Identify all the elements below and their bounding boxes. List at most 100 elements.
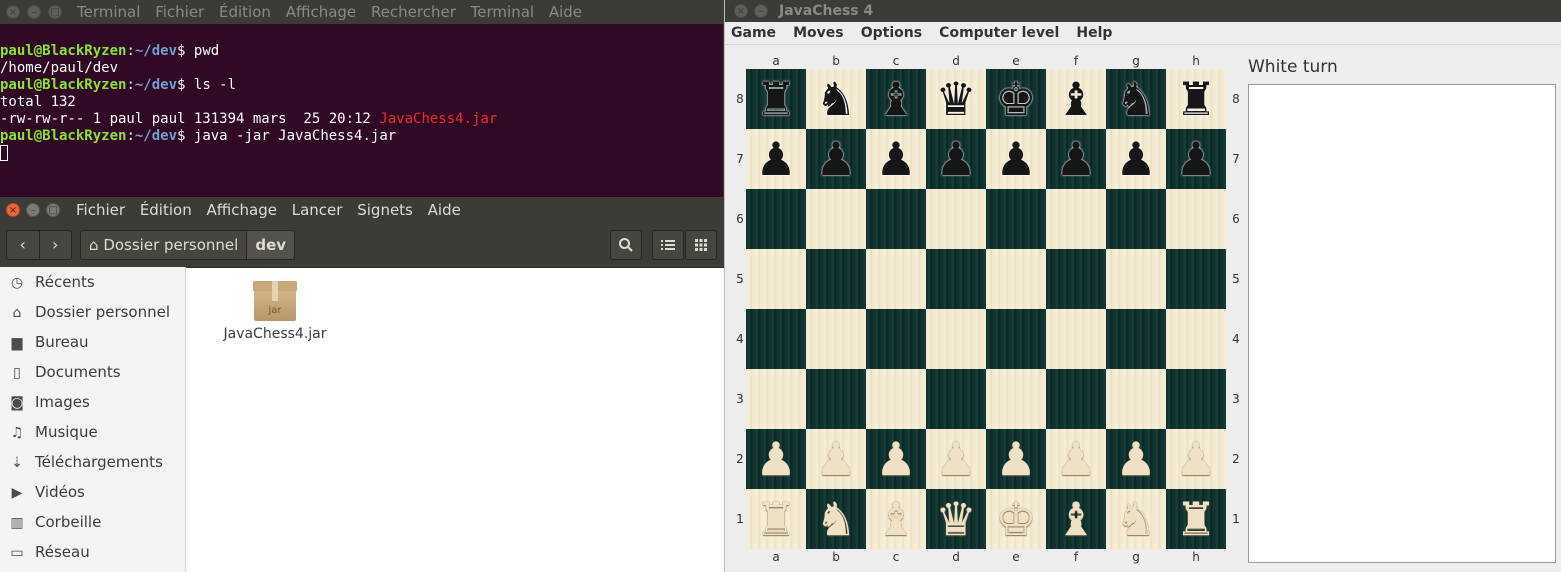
- menu-fichier[interactable]: Fichier: [76, 201, 125, 219]
- black-piece-f8[interactable]: ♝: [1046, 69, 1106, 129]
- black-piece-a8[interactable]: ♜: [746, 69, 806, 129]
- menu-signets[interactable]: Signets: [357, 201, 413, 219]
- chess-board[interactable]: ♜ ♞ ♝ ♛ ♚ ♝ ♞ ♜ ♟ ♟ ♟ ♟ ♟ ♟ ♟ ♟ ♟ ♟ ♟ ♟ ♟ ♟ ♟ ♟ ♜ ♞ ♝ ♛ ♚ ♝ ♞ ♜: [746, 69, 1226, 549]
- menu-edition[interactable]: Édition: [140, 201, 192, 219]
- black-piece-b8[interactable]: ♞: [806, 69, 866, 129]
- white-piece-c2[interactable]: ♟: [866, 429, 926, 489]
- square-e3[interactable]: [986, 369, 1046, 429]
- search-button[interactable]: [610, 230, 642, 260]
- square-c3[interactable]: [866, 369, 926, 429]
- terminal-titlebar[interactable]: × – □ Terminal Fichier Édition Affichage…: [0, 0, 723, 24]
- white-piece-b1[interactable]: ♞: [806, 489, 866, 549]
- white-piece-h2[interactable]: ♟: [1166, 429, 1226, 489]
- square-f6[interactable]: [1046, 189, 1106, 249]
- square-d6[interactable]: [926, 189, 986, 249]
- white-piece-d2[interactable]: ♟: [926, 429, 986, 489]
- white-piece-h1[interactable]: ♜: [1166, 489, 1226, 549]
- black-piece-g8[interactable]: ♞: [1106, 69, 1166, 129]
- menu-game[interactable]: Game: [731, 22, 776, 44]
- square-c6[interactable]: [866, 189, 926, 249]
- square-d3[interactable]: [926, 369, 986, 429]
- square-d4[interactable]: [926, 309, 986, 369]
- square-b5[interactable]: [806, 249, 866, 309]
- square-a5[interactable]: [746, 249, 806, 309]
- square-e4[interactable]: [986, 309, 1046, 369]
- menu-edition[interactable]: Édition: [219, 3, 271, 21]
- black-piece-h7[interactable]: ♟: [1166, 129, 1226, 189]
- square-h3[interactable]: [1166, 369, 1226, 429]
- square-f5[interactable]: [1046, 249, 1106, 309]
- menu-moves[interactable]: Moves: [793, 22, 844, 44]
- menu-computer-level[interactable]: Computer level: [939, 22, 1059, 44]
- square-a3[interactable]: [746, 369, 806, 429]
- black-piece-c8[interactable]: ♝: [866, 69, 926, 129]
- square-h6[interactable]: [1166, 189, 1226, 249]
- black-piece-d7[interactable]: ♟: [926, 129, 986, 189]
- file-icon-item[interactable]: jar JavaChess4.jar: [220, 281, 330, 342]
- black-piece-h8[interactable]: ♜: [1166, 69, 1226, 129]
- white-piece-c1[interactable]: ♝: [866, 489, 926, 549]
- square-g5[interactable]: [1106, 249, 1166, 309]
- menu-terminal[interactable]: Terminal: [77, 3, 140, 21]
- minimize-icon[interactable]: –: [27, 5, 41, 19]
- sidebar-item-recents[interactable]: ◷ Récents: [0, 267, 185, 297]
- square-b4[interactable]: [806, 309, 866, 369]
- moves-log[interactable]: [1248, 84, 1556, 563]
- square-d5[interactable]: [926, 249, 986, 309]
- menu-affichage[interactable]: Affichage: [207, 201, 277, 219]
- menu-affichage[interactable]: Affichage: [286, 3, 356, 21]
- menu-fichier[interactable]: Fichier: [155, 3, 204, 21]
- sidebar-item-bureau[interactable]: ▆ Bureau: [0, 327, 185, 357]
- white-piece-b2[interactable]: ♟: [806, 429, 866, 489]
- sidebar-item-corbeille[interactable]: ▥ Corbeille: [0, 507, 185, 537]
- menu-lancer[interactable]: Lancer: [292, 201, 343, 219]
- square-b3[interactable]: [806, 369, 866, 429]
- breadcrumb-home[interactable]: ⌂ Dossier personnel: [81, 231, 247, 259]
- grid-view-button[interactable]: [685, 230, 717, 260]
- square-f3[interactable]: [1046, 369, 1106, 429]
- sidebar-item-reseau[interactable]: ▭ Réseau: [0, 537, 185, 567]
- black-piece-g7[interactable]: ♟: [1106, 129, 1166, 189]
- square-b6[interactable]: [806, 189, 866, 249]
- close-icon[interactable]: ×: [6, 5, 20, 19]
- square-c5[interactable]: [866, 249, 926, 309]
- square-g4[interactable]: [1106, 309, 1166, 369]
- square-h4[interactable]: [1166, 309, 1226, 369]
- maximize-icon[interactable]: □: [48, 5, 62, 19]
- close-icon[interactable]: ×: [6, 203, 20, 217]
- sidebar-item-videos[interactable]: ▶ Vidéos: [0, 477, 185, 507]
- square-a6[interactable]: [746, 189, 806, 249]
- terminal-output[interactable]: paul@BlackRyzen:~/dev$ pwd /home/paul/de…: [0, 43, 497, 163]
- white-piece-f2[interactable]: ♟: [1046, 429, 1106, 489]
- white-piece-g1[interactable]: ♞: [1106, 489, 1166, 549]
- menu-rechercher[interactable]: Rechercher: [371, 3, 456, 21]
- square-h5[interactable]: [1166, 249, 1226, 309]
- breadcrumb-current[interactable]: dev: [246, 231, 295, 259]
- close-icon[interactable]: ×: [734, 4, 748, 18]
- white-piece-a2[interactable]: ♟: [746, 429, 806, 489]
- minimize-icon[interactable]: –: [26, 203, 40, 217]
- javachess-window[interactable]: × – JavaChess 4 Game Moves Options Compu…: [724, 0, 1561, 572]
- black-piece-b7[interactable]: ♟: [806, 129, 866, 189]
- javachess-titlebar[interactable]: × – JavaChess 4: [725, 0, 1561, 22]
- white-piece-g2[interactable]: ♟: [1106, 429, 1166, 489]
- square-c4[interactable]: [866, 309, 926, 369]
- black-piece-c7[interactable]: ♟: [866, 129, 926, 189]
- file-manager-titlebar[interactable]: × – □ Fichier Édition Affichage Lancer S…: [0, 197, 724, 224]
- menu-terminal-2[interactable]: Terminal: [471, 3, 534, 21]
- square-a4[interactable]: [746, 309, 806, 369]
- black-piece-d8[interactable]: ♛: [926, 69, 986, 129]
- square-f4[interactable]: [1046, 309, 1106, 369]
- menu-aide[interactable]: Aide: [549, 3, 582, 21]
- black-piece-e7[interactable]: ♟: [986, 129, 1046, 189]
- maximize-icon[interactable]: □: [46, 203, 60, 217]
- white-piece-a1[interactable]: ♜: [746, 489, 806, 549]
- white-piece-e1[interactable]: ♚: [986, 489, 1046, 549]
- menu-help[interactable]: Help: [1076, 22, 1112, 44]
- terminal-window[interactable]: × – □ Terminal Fichier Édition Affichage…: [0, 0, 723, 197]
- white-piece-f1[interactable]: ♝: [1046, 489, 1106, 549]
- minimize-icon[interactable]: –: [754, 4, 768, 18]
- black-piece-e8[interactable]: ♚: [986, 69, 1046, 129]
- file-manager-window[interactable]: × – □ Fichier Édition Affichage Lancer S…: [0, 197, 724, 572]
- black-piece-f7[interactable]: ♟: [1046, 129, 1106, 189]
